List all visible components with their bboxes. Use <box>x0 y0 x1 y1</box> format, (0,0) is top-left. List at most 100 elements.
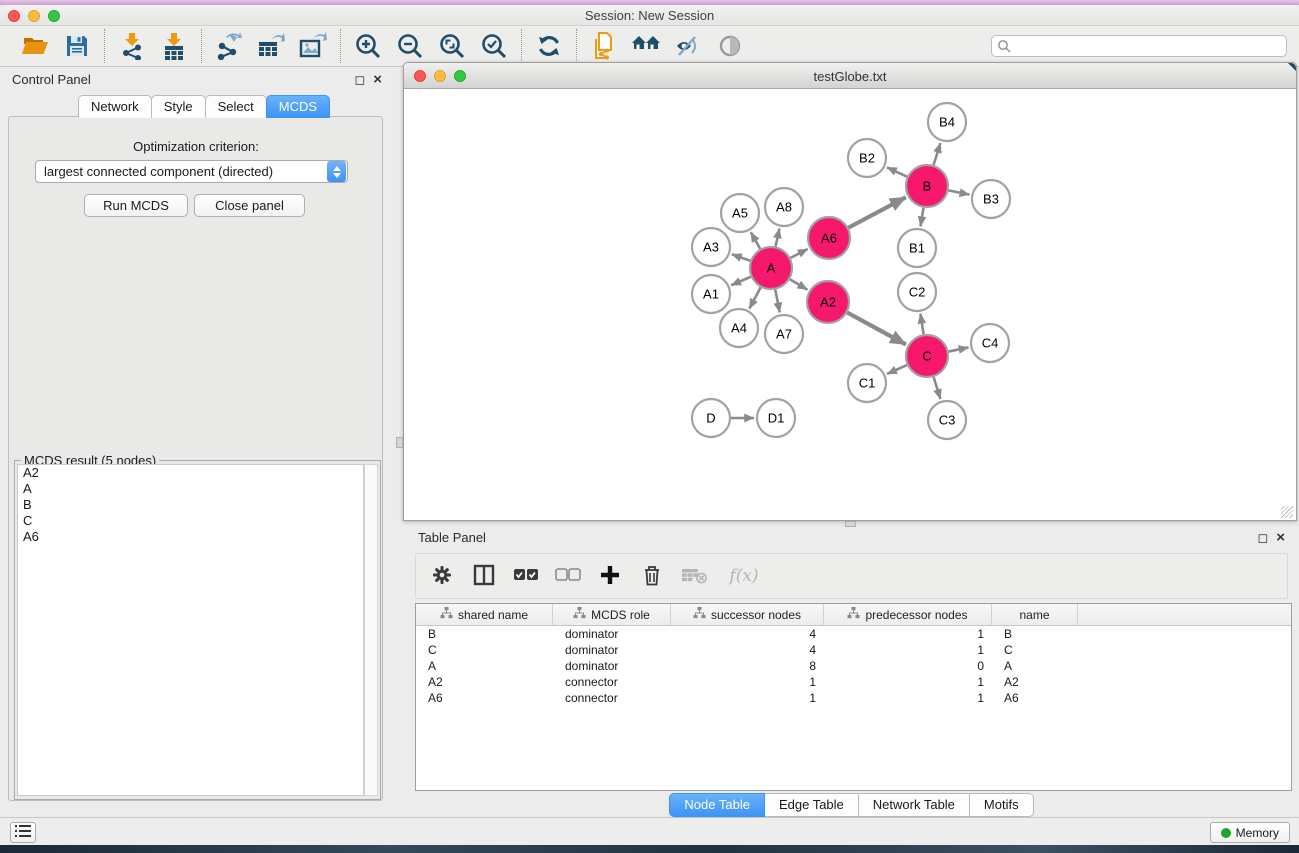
table-cell[interactable]: A2 <box>992 674 1078 690</box>
table-cell[interactable]: 1 <box>671 674 824 690</box>
edge-B-B3[interactable] <box>949 190 970 194</box>
export-table-button[interactable] <box>254 30 288 62</box>
export-network-button[interactable] <box>212 30 246 62</box>
table-cell[interactable]: dominator <box>553 642 671 658</box>
tab-edge-table[interactable]: Edge Table <box>764 793 859 817</box>
graph-node-C[interactable]: C <box>906 335 948 377</box>
refresh-button[interactable] <box>532 30 566 62</box>
show-details-button[interactable] <box>713 30 747 62</box>
graph-node-B4[interactable]: B4 <box>928 103 966 141</box>
edge-A-A1[interactable] <box>731 277 751 286</box>
table-row[interactable]: Cdominator41C <box>416 642 1291 658</box>
result-item[interactable]: C <box>18 513 363 529</box>
edge-A-A5[interactable] <box>751 232 760 249</box>
column-header-name[interactable]: name <box>992 604 1078 625</box>
table-cell[interactable]: 8 <box>671 658 824 674</box>
network-window-titlebar[interactable]: testGlobe.txt <box>404 63 1296 89</box>
result-item[interactable]: A2 <box>18 465 363 481</box>
table-row[interactable]: A2connector11A2 <box>416 674 1291 690</box>
graph-node-B3[interactable]: B3 <box>972 180 1010 218</box>
table-row[interactable]: Adominator80A <box>416 658 1291 674</box>
edge-A6-B[interactable] <box>848 197 905 227</box>
float-panel-icon[interactable]: ◻ <box>354 73 365 86</box>
graph-node-A[interactable]: A <box>750 247 792 289</box>
edge-B-B4[interactable] <box>934 143 941 165</box>
table-cell[interactable]: B <box>992 626 1078 642</box>
add-column-button[interactable] <box>596 561 624 591</box>
edge-C-C3[interactable] <box>934 377 941 399</box>
graph-node-B[interactable]: B <box>906 165 948 207</box>
column-header-predecessor-nodes[interactable]: predecessor nodes <box>824 604 992 625</box>
import-network-button[interactable] <box>115 30 149 62</box>
column-header-shared-name[interactable]: shared name <box>416 604 553 625</box>
show-columns-button[interactable] <box>470 561 498 591</box>
zoom-in-button[interactable] <box>351 30 385 62</box>
mcds-result-list[interactable]: A2ABCA6 <box>17 464 364 796</box>
copy-network-button[interactable] <box>587 30 621 62</box>
select-all-columns-button[interactable] <box>512 561 540 591</box>
table-cell[interactable]: 1 <box>671 690 824 706</box>
hide-details-button[interactable] <box>671 30 705 62</box>
function-builder-button[interactable]: f(x) <box>722 561 766 591</box>
graph-node-A5[interactable]: A5 <box>721 194 759 232</box>
tab-style[interactable]: Style <box>151 95 206 118</box>
result-scrollbar[interactable] <box>364 464 378 796</box>
run-mcds-button[interactable]: Run MCDS <box>84 194 188 217</box>
edge-A-A8[interactable] <box>776 229 780 247</box>
table-cell[interactable]: 4 <box>671 626 824 642</box>
table-cell[interactable]: C <box>416 642 553 658</box>
column-header-successor-nodes[interactable]: successor nodes <box>671 604 824 625</box>
close-panel-button[interactable]: Close panel <box>194 194 305 217</box>
graph-node-A3[interactable]: A3 <box>692 228 730 266</box>
edge-B-B1[interactable] <box>921 208 924 227</box>
result-item[interactable]: A6 <box>18 529 363 545</box>
split-handle-vertical[interactable] <box>396 437 403 448</box>
export-image-button[interactable] <box>296 30 330 62</box>
table-cell[interactable]: 1 <box>824 674 992 690</box>
home-button[interactable] <box>629 30 663 62</box>
table-cell[interactable]: 1 <box>824 642 992 658</box>
graph-node-A2[interactable]: A2 <box>807 281 849 323</box>
graph-node-C4[interactable]: C4 <box>971 324 1009 362</box>
zoom-out-button[interactable] <box>393 30 427 62</box>
graph-node-A7[interactable]: A7 <box>765 315 803 353</box>
graph-node-A6[interactable]: A6 <box>808 217 850 259</box>
delete-table-button[interactable] <box>680 561 708 591</box>
result-item[interactable]: B <box>18 497 363 513</box>
graph-node-C2[interactable]: C2 <box>898 273 936 311</box>
graph-node-B2[interactable]: B2 <box>848 139 886 177</box>
table-cell[interactable]: 0 <box>824 658 992 674</box>
status-list-button[interactable] <box>10 822 36 843</box>
network-canvas[interactable]: AA1A2A3A4A5A6A7A8BB1B2B3B4CC1C2C3C4DD1 <box>405 89 1295 520</box>
save-session-button[interactable] <box>60 30 94 62</box>
tab-network-table[interactable]: Network Table <box>858 793 970 817</box>
tab-select[interactable]: Select <box>205 95 267 118</box>
table-cell[interactable]: A6 <box>416 690 553 706</box>
close-panel-icon[interactable]: × <box>373 72 382 87</box>
result-item[interactable]: A <box>18 481 363 497</box>
column-header-MCDS-role[interactable]: MCDS role <box>553 604 671 625</box>
table-settings-button[interactable] <box>428 561 456 591</box>
table-cell[interactable]: 4 <box>671 642 824 658</box>
edge-A-A6[interactable] <box>791 249 808 258</box>
tab-node-table[interactable]: Node Table <box>669 793 765 817</box>
tab-network[interactable]: Network <box>78 95 152 118</box>
edge-A-A4[interactable] <box>749 287 760 308</box>
edge-C-C1[interactable] <box>887 365 907 374</box>
zoom-fit-button[interactable] <box>435 30 469 62</box>
table-cell[interactable]: A <box>416 658 553 674</box>
graph-node-D[interactable]: D <box>692 399 730 437</box>
table-cell[interactable]: 1 <box>824 626 992 642</box>
edge-A-A3[interactable] <box>732 254 750 260</box>
tab-motifs[interactable]: Motifs <box>969 793 1034 817</box>
graph-node-C3[interactable]: C3 <box>928 401 966 439</box>
graph-node-B1[interactable]: B1 <box>898 229 936 267</box>
float-table-panel-icon[interactable]: ◻ <box>1257 531 1268 544</box>
edge-C-C2[interactable] <box>920 314 923 335</box>
table-cell[interactable]: connector <box>553 674 671 690</box>
table-row[interactable]: Bdominator41B <box>416 626 1291 642</box>
import-table-button[interactable] <box>157 30 191 62</box>
table-cell[interactable]: connector <box>553 690 671 706</box>
edge-A-A2[interactable] <box>790 279 807 289</box>
edge-A-A7[interactable] <box>775 290 779 313</box>
